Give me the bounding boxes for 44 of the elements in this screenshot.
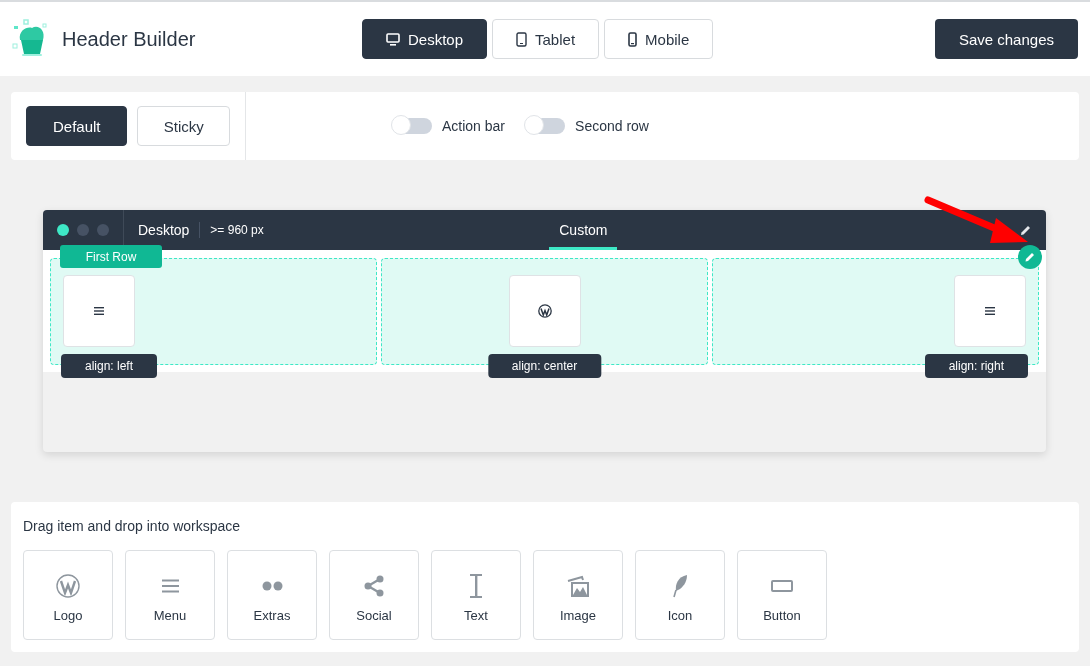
palette-item[interactable]: Button [737, 550, 827, 640]
mode-tab[interactable]: Default [26, 106, 128, 146]
tablet-icon [516, 31, 528, 47]
wordpress-icon [56, 573, 80, 598]
palette-item[interactable]: Extras [227, 550, 317, 640]
wordpress-icon [537, 304, 552, 318]
header-item[interactable] [63, 275, 135, 347]
image-icon [567, 573, 589, 598]
window-dot [77, 224, 89, 236]
window-dot [57, 224, 69, 236]
palette-item[interactable]: Image [533, 550, 623, 640]
phone-icon [628, 31, 638, 47]
mode-tab[interactable]: Sticky [137, 106, 230, 146]
toggle-switch[interactable] [392, 118, 432, 134]
edit-icon[interactable] [1019, 223, 1032, 237]
device-tab[interactable]: Desktop [362, 19, 488, 59]
save-button[interactable]: Save changes [934, 19, 1078, 59]
device-tab[interactable]: Mobile [604, 19, 714, 59]
menu-icon [985, 307, 995, 315]
device-name: Desktop [124, 222, 201, 238]
toggle-label: Second row [575, 118, 649, 134]
text-cursor-icon [470, 573, 482, 598]
palette-item[interactable]: Social [329, 550, 419, 640]
align-label: align: right [924, 354, 1028, 378]
align-label: align: center [487, 354, 602, 378]
palette-item[interactable]: Logo [23, 550, 113, 640]
palette-item[interactable]: Text [431, 550, 521, 640]
toggle-switch[interactable] [525, 118, 566, 134]
app-title: Header Builder [62, 27, 196, 51]
monitor-icon [386, 32, 400, 46]
header-item[interactable] [508, 275, 581, 347]
breakpoint-label: >= 960 px [209, 223, 264, 237]
feather-icon [672, 573, 688, 598]
palette-title: Drag item and drop into workspace [23, 518, 242, 534]
palette-item[interactable]: Icon [635, 550, 725, 640]
device-tab[interactable]: Tablet [492, 19, 600, 59]
window-dot [97, 224, 109, 236]
align-label: align: left [61, 354, 158, 378]
share-icon [364, 573, 384, 598]
palette-item[interactable]: Menu [125, 550, 215, 640]
toggle-label: Action bar [442, 118, 506, 134]
header-item[interactable] [954, 275, 1026, 347]
edit-icon[interactable] [1018, 245, 1042, 269]
menu-icon [94, 307, 104, 315]
